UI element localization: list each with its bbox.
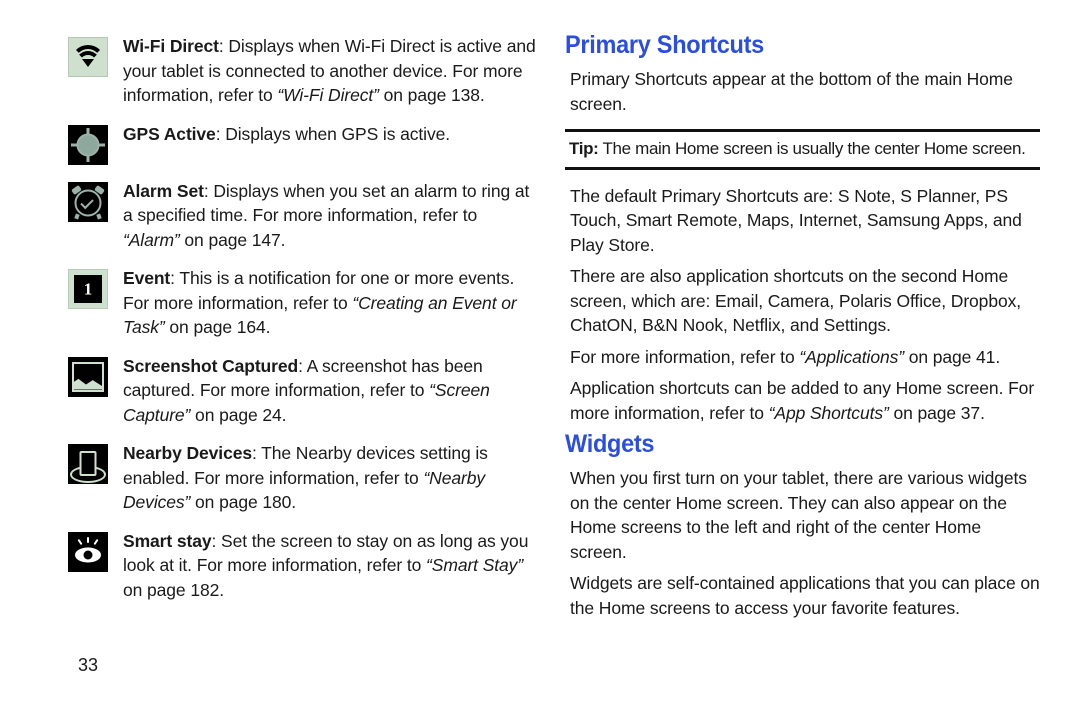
list-item-text: Nearby Devices: The Nearby devices setti… — [123, 441, 538, 515]
term-label: Nearby Devices — [123, 443, 252, 463]
paragraph-widgets-2: Widgets are self-contained applications … — [570, 573, 1040, 618]
reference-title: “Smart Stay” — [426, 555, 524, 575]
body-text-2: on page 164. — [164, 317, 271, 337]
wifi-direct-icon — [68, 37, 108, 77]
paragraph-app-shortcuts-reference: Application shortcuts can be added to an… — [565, 376, 1040, 425]
event-icon: 1 — [68, 269, 108, 309]
list-item-text: Wi-Fi Direct: Displays when Wi-Fi Direct… — [123, 34, 538, 108]
term-label: Smart stay — [123, 530, 212, 551]
ref-pre: For more information, refer to — [570, 346, 800, 367]
section-heading-widgets: Widgets — [565, 430, 655, 458]
icon-cell — [68, 354, 110, 397]
term-label: Wi-Fi Direct — [123, 36, 219, 56]
screenshot-captured-icon — [68, 356, 108, 397]
left-column: Wi-Fi Direct: Displays when Wi-Fi Direct… — [68, 34, 538, 616]
paragraph-second-home-shortcuts: There are also application shortcuts on … — [570, 266, 1021, 335]
reference-title: “Wi-Fi Direct” — [277, 85, 379, 105]
list-item: Alarm Set: Displays when you set an alar… — [68, 179, 538, 253]
paragraph-widgets-1: When you first turn on your tablet, ther… — [570, 468, 1027, 562]
list-item: Smart stay: Set the screen to stay on as… — [68, 529, 538, 603]
paragraph-intro: Primary Shortcuts appear at the bottom o… — [570, 69, 1013, 114]
list-item: GPS Active: Displays when GPS is active. — [68, 122, 538, 165]
section-heading-primary-shortcuts: Primary Shortcuts — [565, 31, 764, 59]
reference-title: “App Shortcuts” — [768, 402, 889, 423]
list-item-text: Event: This is a notification for one or… — [123, 266, 538, 340]
term-label: GPS Active — [123, 123, 216, 144]
body-text-2: on page 147. — [179, 229, 286, 250]
icon-cell — [68, 441, 110, 484]
list-item-text: Alarm Set: Displays when you set an alar… — [123, 179, 538, 253]
icon-cell — [68, 179, 110, 222]
page-number: 33 — [78, 655, 99, 675]
reference-title: “Applications” — [799, 346, 904, 367]
list-item: Screenshot Captured: A screenshot has be… — [68, 354, 538, 428]
tip-callout: Tip: The main Home screen is usually the… — [565, 129, 1040, 170]
list-item-text: Screenshot Captured: A screenshot has be… — [123, 354, 538, 428]
term-label: Event — [123, 268, 171, 288]
term-label: Screenshot Captured — [123, 355, 299, 376]
list-item-text: GPS Active: Displays when GPS is active. — [123, 122, 538, 147]
list-item-text: Smart stay: Set the screen to stay on as… — [123, 529, 538, 603]
reference-title: “Alarm” — [123, 229, 180, 250]
alarm-set-icon — [68, 181, 108, 222]
tip-body: The main Home screen is usually the cent… — [598, 139, 1026, 158]
ref-post: on page 37. — [888, 402, 985, 423]
ref-post: on page 41. — [903, 346, 1001, 367]
icon-cell — [68, 529, 110, 572]
list-item: Wi-Fi Direct: Displays when Wi-Fi Direct… — [68, 34, 538, 108]
term-label: Alarm Set — [123, 180, 204, 201]
paragraph-applications-reference: For more information, refer to “Applicat… — [565, 345, 1040, 370]
body-text-2: on page 182. — [123, 579, 224, 600]
icon-cell — [68, 122, 110, 165]
icon-cell: 1 — [68, 266, 110, 309]
body-text-2: on page 24. — [190, 404, 287, 425]
body-text: : Displays when GPS is active. — [215, 123, 451, 144]
list-item: Nearby Devices: The Nearby devices setti… — [68, 441, 538, 515]
manual-page: Wi-Fi Direct: Displays when Wi-Fi Direct… — [0, 0, 1080, 720]
gps-active-icon — [68, 124, 108, 165]
nearby-devices-icon — [68, 444, 108, 484]
right-column: Primary Shortcuts Primary Shortcuts appe… — [565, 30, 1040, 627]
smart-stay-icon — [68, 531, 108, 572]
paragraph-default-shortcuts: The default Primary Shortcuts are: S Not… — [570, 185, 1022, 255]
body-text-2: on page 180. — [190, 492, 297, 512]
tip-text: Tip: The main Home screen is usually the… — [567, 137, 1038, 162]
tip-label: Tip: — [569, 139, 599, 158]
body-text-2: on page 138. — [378, 85, 485, 105]
list-item: 1 Event: This is a notification for one … — [68, 266, 538, 340]
icon-cell — [68, 34, 110, 77]
